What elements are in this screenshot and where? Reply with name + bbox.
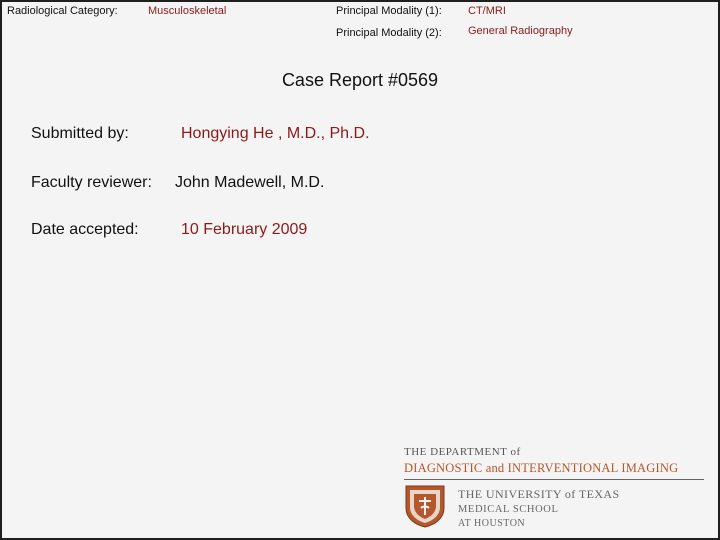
principal-modality-1-value: CT/MRI xyxy=(468,5,506,17)
case-report-title: Case Report #0569 xyxy=(281,70,439,90)
principal-modality-2-label: Principal Modality (2): xyxy=(336,27,442,39)
logo-location: AT HOUSTON xyxy=(458,518,526,529)
submitted-by-value: Hongying He , M.D., Ph.D. xyxy=(181,125,370,142)
radiological-category-label: Radiological Category: xyxy=(7,5,118,17)
logo-university-name: THE UNIVERSITY of TEXAS xyxy=(458,487,620,501)
radiological-category-value: Musculoskeletal xyxy=(148,5,227,17)
department-logo: THE DEPARTMENT of DIAGNOSTIC and INTERVE… xyxy=(402,443,712,535)
case-report-slide: Radiological Category: Musculoskeletal P… xyxy=(0,0,720,540)
faculty-reviewer-value: John Madewell, M.D. xyxy=(175,174,325,191)
logo-department-text: THE DEPARTMENT of xyxy=(404,446,521,458)
logo-medical-school: MEDICAL SCHOOL xyxy=(458,504,559,515)
date-accepted-label: Date accepted: xyxy=(31,221,139,238)
logo-department-name: DIAGNOSTIC and INTERVENTIONAL IMAGING xyxy=(404,461,679,475)
faculty-reviewer-label: Faculty reviewer: xyxy=(31,174,152,191)
university-seal-icon xyxy=(405,485,445,528)
logo-divider xyxy=(404,479,704,480)
principal-modality-2-value: General Radiography xyxy=(468,25,573,37)
date-accepted-value: 10 February 2009 xyxy=(181,221,308,238)
principal-modality-1-label: Principal Modality (1): xyxy=(336,5,442,17)
submitted-by-label: Submitted by: xyxy=(31,125,129,142)
